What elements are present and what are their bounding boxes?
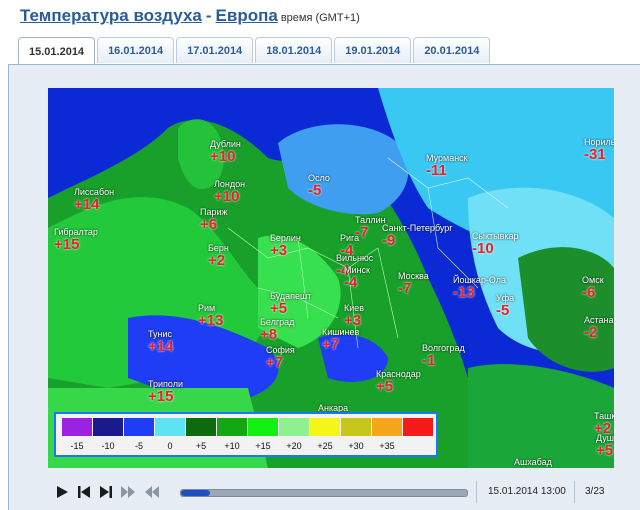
city-dushanbe: Душанбе+5 bbox=[596, 433, 614, 459]
city-chisinau: Кишинев +7 bbox=[322, 327, 360, 353]
progress-fill[interactable] bbox=[181, 490, 210, 496]
legend-swatch bbox=[248, 418, 278, 436]
city-berlin: Берлин +3 bbox=[270, 233, 301, 259]
city-lisbon: Лиссабон +14 bbox=[74, 187, 115, 213]
tab-date-1[interactable]: 15.01.2014 bbox=[18, 37, 96, 65]
legend-label: +10 bbox=[224, 441, 240, 451]
date-tabs: 15.01.2014 16.01.2014 17.01.2014 18.01.2… bbox=[18, 37, 492, 65]
city-dublin: Дублин +10 bbox=[210, 139, 241, 165]
city-minsk: Минск -4 bbox=[344, 265, 370, 291]
play-icon bbox=[57, 486, 68, 498]
legend-swatch bbox=[93, 418, 123, 436]
temperature-legend: -15 -10 -5 0 +5 +10 +15 +20 +25 +30 +35 bbox=[54, 412, 438, 457]
city-bern: Берн +2 bbox=[208, 243, 229, 269]
legend-swatch bbox=[155, 418, 185, 436]
step-back-icon bbox=[78, 486, 90, 498]
rewind-icon bbox=[145, 486, 159, 498]
temperature-link[interactable]: Температура воздуха bbox=[20, 6, 202, 25]
play-button[interactable] bbox=[54, 484, 70, 500]
city-rome: Рим +13 bbox=[198, 303, 224, 329]
separator bbox=[476, 481, 477, 503]
fast-forward-button[interactable] bbox=[120, 484, 136, 500]
city-volgograd: Волгоград -1 bbox=[422, 343, 465, 369]
tab-date-4[interactable]: 18.01.2014 bbox=[255, 37, 333, 63]
tab-date-6[interactable]: 20.01.2014 bbox=[413, 37, 491, 63]
city-ashgabat: Ашхабад bbox=[514, 457, 552, 467]
legend-swatch bbox=[403, 418, 433, 436]
city-tripoli: Триполи +15 bbox=[148, 379, 183, 405]
step-forward-button[interactable] bbox=[98, 484, 114, 500]
city-ufa: Уфа -5 bbox=[496, 293, 515, 319]
legend-label: +15 bbox=[255, 441, 271, 451]
legend-label: +35 bbox=[379, 441, 395, 451]
city-astana: Астана -2 bbox=[584, 315, 614, 341]
city-belgrade: Белград +8 bbox=[260, 317, 295, 343]
city-norilsk: Норильск-31 bbox=[584, 137, 614, 163]
city-syktyvkar: Сыктывкар -10 bbox=[472, 231, 519, 257]
city-kiev: Киев +3 bbox=[344, 303, 365, 329]
city-omsk: Омск -6 bbox=[582, 275, 604, 301]
city-tunis: Тунис +14 bbox=[148, 329, 174, 355]
region-link[interactable]: Европа bbox=[216, 6, 278, 25]
tab-date-2[interactable]: 16.01.2014 bbox=[97, 37, 175, 63]
legend-swatch bbox=[341, 418, 371, 436]
legend-label: 0 bbox=[167, 441, 173, 451]
tab-date-3[interactable]: 17.01.2014 bbox=[176, 37, 254, 63]
city-london: Лондон +10 bbox=[214, 179, 246, 205]
page-header: Температура воздуха - Европа время (GMT+1) bbox=[20, 6, 360, 26]
tab-date-5[interactable]: 19.01.2014 bbox=[334, 37, 412, 63]
city-murmansk: Мурманск -11 bbox=[426, 153, 468, 179]
legend-swatch bbox=[372, 418, 402, 436]
legend-swatch bbox=[186, 418, 216, 436]
legend-label: -15 bbox=[70, 441, 84, 451]
temperature-map: Дублин +10 Лиссабон +14 Лондон +10 Осло -5 М… bbox=[48, 88, 614, 468]
legend-swatch bbox=[124, 418, 154, 436]
city-moscow: Москва -7 bbox=[398, 271, 429, 297]
animation-player: 15.01.2014 13:00 3/23 bbox=[48, 479, 614, 506]
city-krasnodar: Краснодар +5 bbox=[376, 369, 421, 395]
city-budapest: Будапешт +5 bbox=[270, 291, 312, 317]
legend-swatch bbox=[279, 418, 309, 436]
city-oslo: Осло -5 bbox=[308, 173, 330, 199]
legend-label: -10 bbox=[101, 441, 115, 451]
legend-swatch bbox=[217, 418, 247, 436]
rewind-button[interactable] bbox=[144, 484, 160, 500]
timezone-label: время (GMT+1) bbox=[280, 12, 360, 24]
city-paris: Париж +6 bbox=[200, 207, 228, 233]
legend-swatch bbox=[310, 418, 340, 436]
progress-track[interactable] bbox=[180, 489, 468, 497]
city-saint-petersburg: Санкт-Петербург -9 bbox=[382, 223, 453, 249]
title-separator: - bbox=[205, 6, 212, 25]
separator bbox=[574, 481, 575, 503]
current-datetime: 15.01.2014 13:00 bbox=[488, 486, 566, 497]
step-forward-icon bbox=[100, 486, 112, 498]
legend-swatch bbox=[62, 418, 92, 436]
legend-label: +30 bbox=[348, 441, 364, 451]
legend-label: +25 bbox=[317, 441, 333, 451]
legend-label: -5 bbox=[134, 441, 143, 451]
fast-forward-icon bbox=[121, 486, 135, 498]
step-back-button[interactable] bbox=[76, 484, 92, 500]
city-gibraltar: Гибралтар +15 bbox=[54, 227, 98, 253]
legend-label: +20 bbox=[286, 441, 302, 451]
legend-label: +5 bbox=[195, 441, 207, 451]
city-sofia: София +7 bbox=[266, 345, 295, 371]
frame-counter: 3/23 bbox=[585, 486, 605, 497]
